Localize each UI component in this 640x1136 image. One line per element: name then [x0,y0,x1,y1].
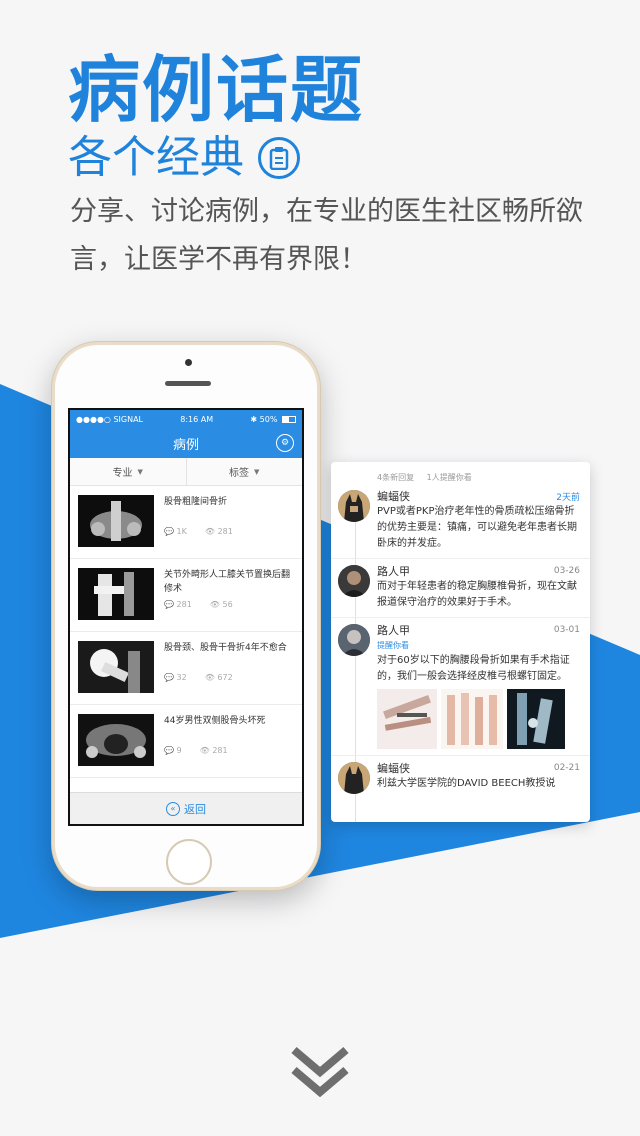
reply-text: 利兹大学医学院的DAVID BEECH教授说 [377,778,556,789]
reply-item: 路人甲 03-26 而对于年轻患者的稳定胸腰椎骨折，现在文献报道保守治疗的效果好… [331,559,590,618]
reply-summary: 4条新回复 1人提醒你看 [331,462,590,484]
comment-count: 💬 9 [164,746,182,755]
case-row[interactable]: 股骨颈、股骨干骨折4年不愈合 💬 32 👁 672 [70,632,302,705]
case-title: 关节外畸形人工膝关节置换后翻修术 [164,570,291,594]
home-button[interactable] [166,839,212,885]
camera-dot [185,359,192,366]
reply-text: 对于60岁以下的胸腰段骨折如果有手术指证的，我们一般会选择经皮椎弓根螺钉固定。 [377,655,570,682]
speaker [165,381,211,386]
view-count: 👁 56 [209,600,233,609]
comment-count: 💬 1K [164,527,187,536]
nav-title: 病例 [172,437,199,453]
case-title: 股骨粗隆间骨折 [164,497,228,507]
phone-screen: ●●●●○ SIGNAL 8:16 AM ✱ 50% 病例 ⚙ 专业 ▼ 标签 … [68,408,304,826]
filter-label: 专业 [112,468,133,479]
back-label: 返回 [184,802,206,816]
view-count: 👁 281 [204,527,233,536]
comment-count: 💬 32 [164,673,187,682]
view-count: 👁 281 [199,746,228,755]
new-reply-count: 4条新回复 [377,473,415,482]
reply-card: 4条新回复 1人提醒你看 蝙蝠侠 2天前 PVP或者PKP治疗老年性的骨质疏松压… [331,462,590,822]
hero-subtitle: 各个经典 [68,126,300,190]
double-chevron-down-icon[interactable] [290,1044,350,1100]
battery-level: 50% [259,414,278,424]
reply-author: 路人甲 [377,565,410,578]
mention-tag[interactable]: 提醒你看 [377,640,580,651]
reply-author: 路人甲 [377,624,410,637]
reply-item: 蝙蝠侠 02-21 利兹大学医学院的DAVID BEECH教授说 [331,756,590,798]
reply-image[interactable] [377,689,437,749]
case-thumbnail [78,495,154,547]
case-thumbnail [78,714,154,766]
comment-count: 💬 281 [164,600,192,609]
reply-image[interactable] [507,689,565,749]
reply-date: 2天前 [556,492,580,503]
reply-author: 蝙蝠侠 [377,490,410,503]
case-title: 44岁男性双侧股骨头坏死 [164,716,266,726]
reply-date: 02-21 [553,763,580,773]
mention-count[interactable]: 1人提醒你看 [427,473,472,482]
avatar[interactable] [338,624,370,656]
reply-images [377,689,580,749]
status-time: 8:16 AM [180,414,214,424]
caret-down-icon: ▼ [254,467,260,476]
avatar[interactable] [338,490,370,522]
case-row[interactable]: 44岁男性双侧股骨头坏死 💬 9 👁 281 [70,705,302,778]
case-row[interactable]: 关节外畸形人工膝关节置换后翻修术 💬 281 👁 56 [70,559,302,632]
hero-description: 分享、讨论病例，在专业的医生社区畅所欲言，让医学不再有界限！ [70,196,583,275]
filter-tags[interactable]: 标签 ▼ [185,458,303,485]
bluetooth-icon: ✱ [250,414,258,424]
avatar[interactable] [338,565,370,597]
carrier-signal: ●●●●○ SIGNAL [76,414,143,424]
clipboard-icon [258,137,300,179]
nav-bar: 病例 ⚙ [70,428,302,458]
battery-icon [282,415,296,423]
back-button[interactable]: « 返回 [70,792,302,824]
case-list: 股骨粗隆间骨折 💬 1K 👁 281 关节外畸形人工膝关节置换后翻修术 💬 28… [70,486,302,778]
reply-item: 路人甲 03-01 提醒你看 对于60岁以下的胸腰段骨折如果有手术指证的，我们一… [331,618,590,756]
reply-date: 03-01 [553,625,580,635]
reply-text: PVP或者PKP治疗老年性的骨质疏松压缩骨折的优势主要是：镇痛，可以避免老年患者… [377,506,577,549]
reply-text: 而对于年轻患者的稳定胸腰椎骨折，现在文献报道保守治疗的效果好于手术。 [377,581,577,608]
filter-label: 标签 [229,468,250,479]
case-row[interactable]: 股骨粗隆间骨折 💬 1K 👁 281 [70,486,302,559]
status-bar: ●●●●○ SIGNAL 8:16 AM ✱ 50% [70,410,302,428]
status-battery: ✱ 50% [250,415,296,424]
back-arrow-icon: « [166,801,180,816]
view-count: 👁 672 [204,673,233,682]
reply-date: 03-26 [553,566,580,576]
reply-author: 蝙蝠侠 [377,762,410,775]
avatar[interactable] [338,762,370,794]
caret-down-icon: ▼ [137,467,143,476]
case-title: 股骨颈、股骨干骨折4年不愈合 [164,643,287,653]
hero-title: 病例话题 [68,48,365,132]
filter-bar: 专业 ▼ 标签 ▼ [70,458,302,486]
hero-subtitle-text: 各个经典 [68,132,244,183]
reply-image[interactable] [441,689,503,749]
filter-specialty[interactable]: 专业 ▼ [70,458,186,485]
case-thumbnail [78,641,154,693]
filter-settings-icon[interactable]: ⚙ [276,434,294,452]
reply-item: 蝙蝠侠 2天前 PVP或者PKP治疗老年性的骨质疏松压缩骨折的优势主要是：镇痛，… [331,484,590,559]
case-thumbnail [78,568,154,620]
